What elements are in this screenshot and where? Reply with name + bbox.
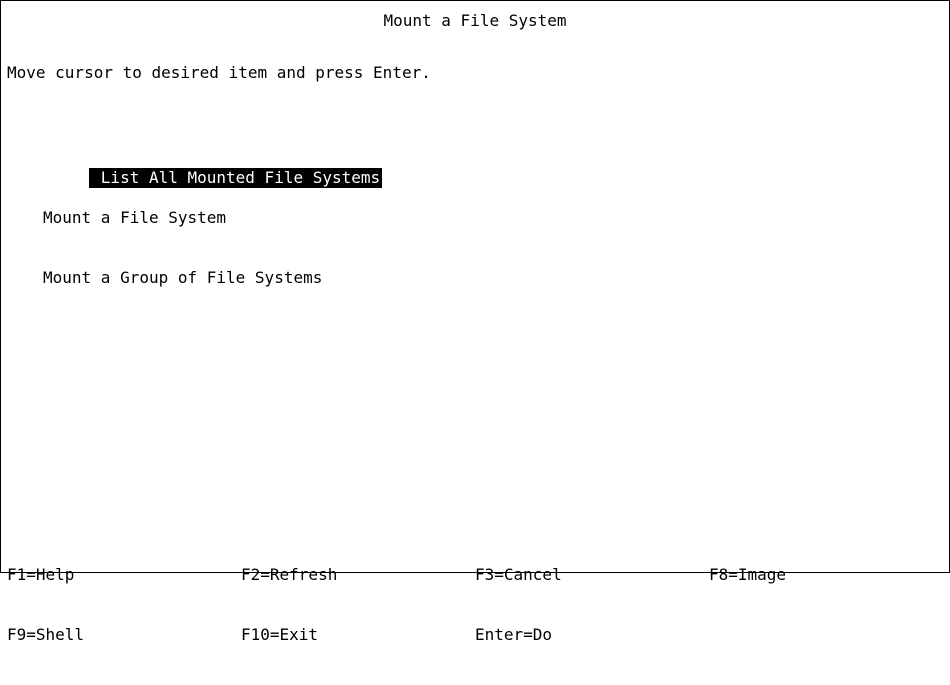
f1-help-key[interactable]: F1=Help xyxy=(7,565,241,585)
f10-exit-key[interactable]: F10=Exit xyxy=(241,625,475,645)
instructions-text: Move cursor to desired item and press En… xyxy=(7,63,431,82)
f9-shell-key[interactable]: F9=Shell xyxy=(7,625,241,645)
function-key-row: F9=Shell F10=Exit Enter=Do xyxy=(7,625,943,645)
f3-cancel-key[interactable]: F3=Cancel xyxy=(475,565,709,585)
menu-row: List All Mounted File Systems xyxy=(31,148,383,188)
function-key-bar: F1=Help F2=Refresh F3=Cancel F8=Image F9… xyxy=(7,525,943,685)
f8-image-key[interactable]: F8=Image xyxy=(709,565,943,585)
menu-list: List All Mounted File Systems Mount a Fi… xyxy=(31,108,383,328)
menu-item-mount-a-group-of-file-systems[interactable]: Mount a Group of File Systems xyxy=(31,268,382,288)
enter-do-key[interactable]: Enter=Do xyxy=(475,625,709,645)
function-key-row: F1=Help F2=Refresh F3=Cancel F8=Image xyxy=(7,565,943,585)
f2-refresh-key[interactable]: F2=Refresh xyxy=(241,565,475,585)
screen-title: Mount a File System xyxy=(383,11,567,30)
smit-screen: Mount a File System Move cursor to desir… xyxy=(0,0,950,644)
menu-item-list-all-mounted-file-systems[interactable]: List All Mounted File Systems xyxy=(88,168,383,188)
menu-item-mount-a-file-system[interactable]: Mount a File System xyxy=(31,208,382,228)
